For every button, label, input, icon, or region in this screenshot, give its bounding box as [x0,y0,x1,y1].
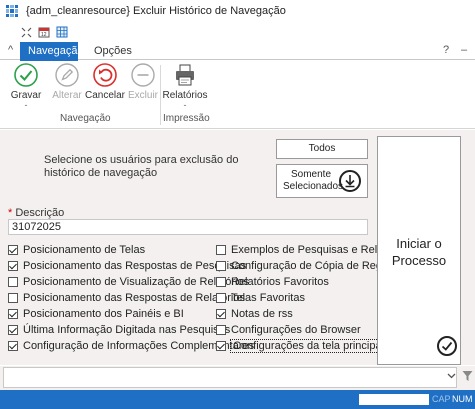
checkbox[interactable] [8,293,18,303]
cancelar-button[interactable]: Cancelar [84,63,126,101]
status-field [359,394,429,405]
tab-navegacao[interactable]: Navegação [20,42,84,61]
window-title: {adm_cleanresource} Excluir Histórico de… [26,5,286,17]
num-lock-indicator: NUM [452,394,473,404]
svg-text:12: 12 [41,32,47,38]
app-grid-icon [6,5,18,17]
checkbox[interactable] [216,277,226,287]
option-checkbox[interactable]: Posicionamento dos Painéis e BI [8,308,184,320]
status-bar: CAP NUM [0,390,475,409]
group-label-impressao: Impressão [163,113,210,124]
option-checkbox[interactable]: Configurações do Browser [216,324,361,336]
iniciar-processo-label: Iniciar o Processo [391,236,447,268]
printer-icon [173,63,197,87]
option-label: Posicionamento dos Painéis e BI [23,308,184,320]
checkbox[interactable] [216,325,226,335]
option-checkbox[interactable]: Notas de rss [216,308,293,320]
help-icon[interactable]: ? [443,44,449,56]
minus-circle-icon [131,63,155,87]
select-users-instruction: Selecione os usuários para exclusão do h… [44,154,239,179]
descricao-label: * Descrição [8,207,64,219]
checkbox[interactable] [8,277,18,287]
checkbox[interactable] [8,261,18,271]
filter-bar [0,366,475,390]
pin-icon[interactable] [20,26,32,38]
check-circle-icon [14,63,38,87]
ribbon-tabs: ^ Navegação Opções ? – [0,42,475,61]
checkbox[interactable] [8,309,18,319]
collapse-ribbon-icon[interactable]: ^ [8,44,13,56]
option-checkbox[interactable]: Telas Favoritas [216,292,305,304]
option-label: Notas de rss [231,308,293,320]
option-checkbox[interactable]: Relatórios Favoritos [216,276,329,288]
somente-selecionados-label: Somente Selecionados [283,169,344,192]
relatorios-dropdown[interactable]: - [162,101,208,110]
descricao-label-text: Descrição [15,207,65,219]
option-checkbox[interactable]: Posicionamento de Telas [8,244,145,256]
undo-icon [93,63,117,87]
iniciar-processo-button[interactable]: Iniciar o Processo [377,136,461,365]
option-label: Última Informação Digitada nas Pesquisas [23,324,231,336]
option-checkbox[interactable]: Configurações da tela principal [216,339,388,353]
checkbox[interactable] [216,309,226,319]
cancelar-label: Cancelar [84,90,126,101]
descricao-input[interactable]: 31072025 [8,219,368,235]
quick-access-toolbar: 12 [0,23,475,41]
caps-lock-indicator: CAP [432,394,451,404]
somente-selecionados-button[interactable]: Somente Selecionados [276,164,368,198]
pencil-icon [55,63,79,87]
group-label-navegacao: Navegação [60,113,111,124]
title-bar: {adm_cleanresource} Excluir Histórico de… [0,0,475,22]
option-label: Posicionamento das Respostas de Pesquisa… [23,260,247,272]
chevron-down-icon[interactable] [447,371,456,382]
excluir-button[interactable]: Excluir [122,63,164,101]
option-checkbox[interactable]: Posicionamento das Respostas de Pesquisa… [8,260,246,272]
filter-icon[interactable] [462,370,473,385]
option-label: Telas Favoritas [231,292,305,304]
table-grid-icon[interactable] [56,26,68,38]
relatorios-button[interactable]: Relatórios - [162,63,208,110]
alterar-label: Alterar [52,90,82,101]
checkbox[interactable] [8,325,18,335]
option-label: Posicionamento das Respostas de Relatóri… [23,292,245,304]
gravar-button[interactable]: Gravar - [5,63,47,110]
checkbox[interactable] [8,245,18,255]
option-checkbox[interactable]: Posicionamento das Respostas de Relatóri… [8,292,245,304]
filter-input[interactable] [3,367,457,388]
gravar-dropdown[interactable]: - [5,101,47,110]
excluir-label: Excluir [127,90,158,101]
option-label: Configurações da tela principal [229,339,388,353]
option-label: Configurações do Browser [231,324,361,336]
ribbon-separator [160,65,161,125]
minimize-ribbon-icon[interactable]: – [461,44,467,56]
option-label: Posicionamento de Telas [23,244,146,256]
option-label: Relatórios Favoritos [231,276,329,288]
tab-opcoes[interactable]: Opções [86,42,140,61]
alterar-button[interactable]: Alterar [46,63,88,101]
checkbox[interactable] [216,341,226,351]
calendar-icon[interactable]: 12 [38,26,50,38]
checkbox[interactable] [216,245,226,255]
main-panel: Selecione os usuários para exclusão do h… [0,130,475,365]
checkbox[interactable] [216,261,226,271]
todos-button[interactable]: Todos [276,139,368,159]
checkbox[interactable] [216,293,226,303]
option-checkbox[interactable]: Última Informação Digitada nas Pesquisas [8,324,230,336]
download-circle-icon [339,170,361,192]
ribbon: Gravar - Alterar Cancelar Excluir Relató… [0,61,475,129]
check-circle-icon [437,336,457,356]
required-marker: * [8,207,13,219]
option-checkbox[interactable]: Posicionamento de Visualização de Relató… [8,276,249,288]
checkbox[interactable] [8,341,18,351]
